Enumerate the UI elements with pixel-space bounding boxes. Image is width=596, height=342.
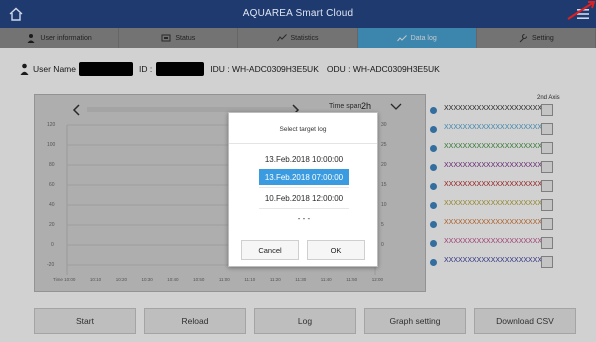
select-log-dialog: Select target log 13.Feb.2018 10:00:00 1…	[228, 112, 378, 267]
annotation-arrow-icon	[567, 1, 596, 20]
log-option-placeholder: - - -	[297, 213, 311, 223]
option-divider	[259, 187, 349, 188]
log-option-selected[interactable]: 13.Feb.2018 07:00:00	[259, 169, 349, 185]
app-title: AQUAREA Smart Cloud	[242, 8, 354, 19]
log-option[interactable]: 10.Feb.2018 12:00:00	[259, 190, 349, 206]
dialog-divider	[229, 143, 377, 144]
log-option[interactable]: 13.Feb.2018 10:00:00	[259, 151, 349, 167]
option-divider	[259, 208, 349, 209]
dialog-title: Select target log	[279, 126, 327, 133]
cancel-button[interactable]: Cancel	[241, 240, 299, 260]
ok-button[interactable]: OK	[307, 240, 365, 260]
app-header: AQUAREA Smart Cloud	[0, 0, 596, 28]
